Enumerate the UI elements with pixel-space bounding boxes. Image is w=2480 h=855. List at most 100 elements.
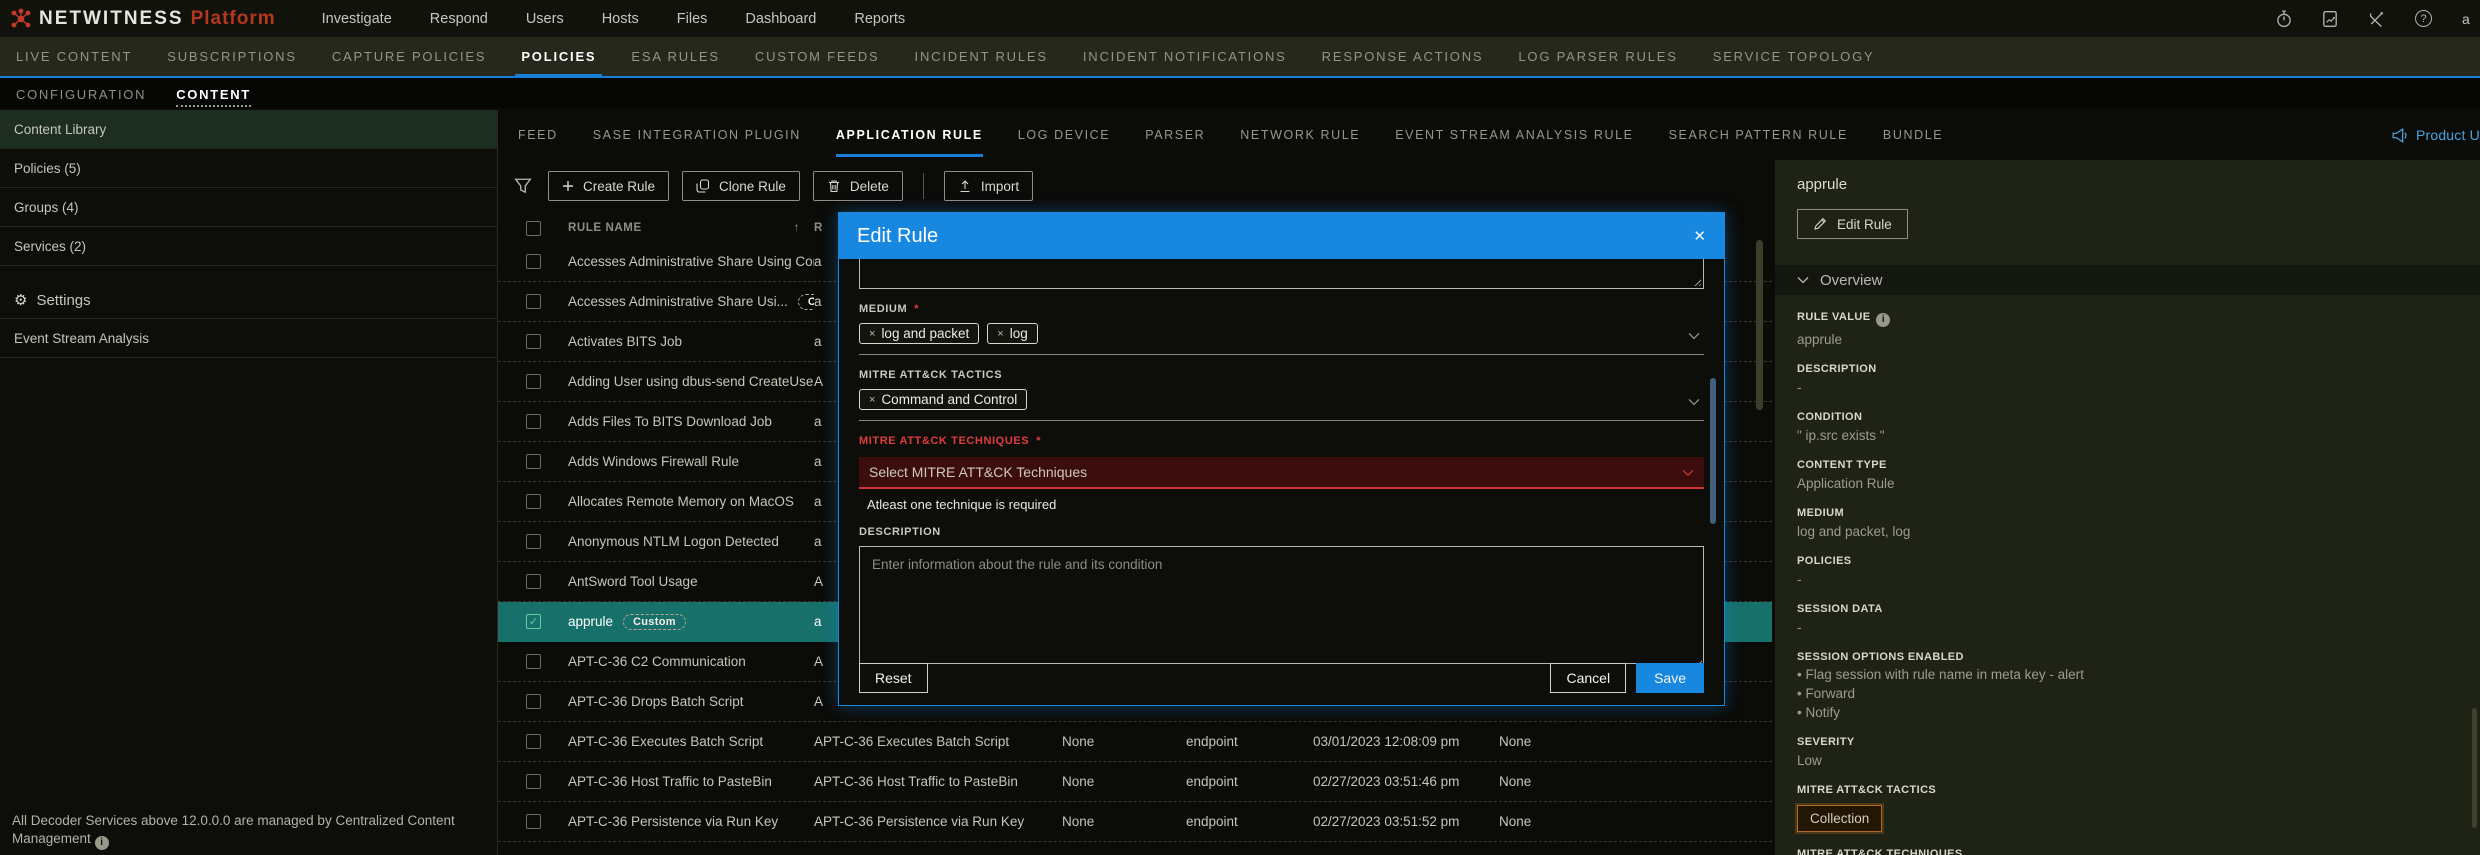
tab-feed[interactable]: FEED: [518, 110, 558, 160]
info-icon[interactable]: i: [1876, 312, 1891, 327]
subnav-service-topology[interactable]: SERVICE TOPOLOGY: [1713, 37, 1875, 76]
table-row[interactable]: APT-C-36 Executes Batch Script APT-C-36 …: [498, 722, 1772, 762]
save-button[interactable]: Save: [1636, 663, 1704, 693]
rule-extra: None: [1499, 814, 1532, 829]
subnav-incident-rules[interactable]: INCIDENT RULES: [915, 37, 1048, 76]
remove-chip-icon[interactable]: ×: [997, 328, 1003, 340]
row-checkbox[interactable]: [526, 294, 541, 309]
tab-parser[interactable]: PARSER: [1145, 110, 1205, 160]
tab-search-pattern-rule[interactable]: SEARCH PATTERN RULE: [1669, 110, 1848, 160]
sidebar-item-settings[interactable]: ⚙ Settings: [0, 282, 497, 319]
subnav-log-parser-rules[interactable]: LOG PARSER RULES: [1518, 37, 1677, 76]
tab-event-stream-analysis-rule[interactable]: EVENT STREAM ANALYSIS RULE: [1395, 110, 1633, 160]
sidebar-item-groups[interactable]: Groups (4): [0, 188, 497, 227]
table-scrollbar[interactable]: [1756, 240, 1763, 410]
overview-section-header[interactable]: Overview: [1775, 265, 2480, 295]
row-checkbox[interactable]: [526, 454, 541, 469]
remove-chip-icon[interactable]: ×: [869, 394, 875, 406]
top-menu: Investigate Respond Users Hosts Files Da…: [322, 11, 905, 27]
description-textarea[interactable]: [859, 546, 1704, 664]
close-icon[interactable]: ✕: [1693, 227, 1706, 245]
row-checkbox-checked[interactable]: ✓: [526, 614, 541, 629]
description-field: [859, 538, 1704, 669]
subnav-custom-feeds[interactable]: CUSTOM FEEDS: [755, 37, 880, 76]
row-checkbox[interactable]: [526, 694, 541, 709]
subnav-live-content[interactable]: LIVE CONTENT: [16, 37, 132, 76]
tactic-badge-collection: Collection: [1797, 804, 1883, 832]
column-header-rule-name[interactable]: RULE NAME: [568, 222, 642, 234]
topnav-item-users[interactable]: Users: [526, 11, 564, 27]
techniques-select-error[interactable]: Select MITRE ATT&CK Techniques: [859, 457, 1704, 489]
clone-rule-button[interactable]: Clone Rule: [682, 171, 800, 201]
rule-extra: None: [1499, 774, 1532, 789]
subnav-esa-rules[interactable]: ESA RULES: [631, 37, 719, 76]
panel-scrollbar[interactable]: [2472, 708, 2477, 828]
chevron-down-icon[interactable]: [1688, 331, 1700, 339]
product-updates-link[interactable]: Product U: [2391, 127, 2480, 143]
tab-application-rule[interactable]: APPLICATION RULE: [835, 110, 983, 160]
row-checkbox[interactable]: [526, 414, 541, 429]
resize-handle-icon[interactable]: [1692, 277, 1701, 286]
row-checkbox[interactable]: [526, 734, 541, 749]
row-checkbox[interactable]: [526, 334, 541, 349]
create-rule-button[interactable]: Create Rule: [548, 171, 670, 201]
timer-icon[interactable]: [2276, 9, 2292, 28]
topnav-item-reports[interactable]: Reports: [854, 11, 905, 27]
user-menu[interactable]: a: [2462, 11, 2472, 27]
table-row[interactable]: APT-C-36 Host Traffic to PasteBin APT-C-…: [498, 762, 1772, 802]
sidebar-item-services[interactable]: Services (2): [0, 227, 497, 266]
medium-chip: × log and packet: [859, 323, 980, 344]
info-icon[interactable]: i: [94, 836, 109, 850]
modal-scrollbar[interactable]: [1710, 378, 1716, 524]
filter-icon[interactable]: [514, 177, 532, 195]
subnav-response-actions[interactable]: RESPONSE ACTIONS: [1322, 37, 1484, 76]
tab-bundle[interactable]: BUNDLE: [1883, 110, 1943, 160]
tactics-select[interactable]: × Command and Control: [859, 381, 1704, 421]
row-checkbox[interactable]: [526, 814, 541, 829]
tab-content[interactable]: CONTENT: [176, 87, 251, 107]
reset-button[interactable]: Reset: [859, 663, 928, 693]
help-icon[interactable]: ?: [2415, 10, 2432, 27]
remove-chip-icon[interactable]: ×: [869, 328, 875, 340]
medium-select[interactable]: × log and packet × log: [859, 315, 1704, 355]
report-icon[interactable]: [2322, 10, 2338, 28]
topnav-item-files[interactable]: Files: [677, 11, 708, 27]
field-content-type: CONTENT TYPE Application Rule: [1797, 459, 2480, 491]
condition-textarea-partial[interactable]: [859, 259, 1704, 289]
subnav-capture-policies[interactable]: CAPTURE POLICIES: [332, 37, 487, 76]
row-checkbox[interactable]: [526, 374, 541, 389]
row-checkbox[interactable]: [526, 254, 541, 269]
tab-network-rule[interactable]: NETWORK RULE: [1240, 110, 1360, 160]
subnav-policies[interactable]: POLICIES: [515, 37, 603, 78]
subnav-incident-notifications[interactable]: INCIDENT NOTIFICATIONS: [1083, 37, 1287, 76]
subnav-subscriptions[interactable]: SUBSCRIPTIONS: [167, 37, 297, 76]
select-all-checkbox[interactable]: [526, 220, 541, 236]
topnav-item-respond[interactable]: Respond: [430, 11, 488, 27]
chevron-down-icon[interactable]: [1688, 397, 1700, 405]
row-checkbox[interactable]: [526, 654, 541, 669]
row-checkbox[interactable]: [526, 574, 541, 589]
field-value: log and packet, log: [1797, 523, 1911, 539]
row-checkbox[interactable]: [526, 774, 541, 789]
topnav-item-dashboard[interactable]: Dashboard: [745, 11, 816, 27]
tab-sase-integration-plugin[interactable]: SASE INTEGRATION PLUGIN: [593, 110, 801, 160]
netwitness-logo[interactable]: NETWITNESS Platform: [10, 8, 276, 30]
tools-icon[interactable]: [2368, 10, 2385, 27]
sidebar-item-policies[interactable]: Policies (5): [0, 149, 497, 188]
row-checkbox[interactable]: [526, 494, 541, 509]
tab-configuration[interactable]: CONFIGURATION: [16, 87, 146, 102]
import-button[interactable]: Import: [943, 171, 1034, 201]
topnav-item-investigate[interactable]: Investigate: [322, 11, 392, 27]
tab-log-device[interactable]: LOG DEVICE: [1018, 110, 1110, 160]
sort-ascending-icon[interactable]: ↑: [794, 222, 800, 234]
chevron-down-icon[interactable]: [1682, 469, 1694, 477]
cancel-button[interactable]: Cancel: [1550, 663, 1627, 693]
sidebar-item-event-stream-analysis[interactable]: Event Stream Analysis: [0, 319, 497, 358]
column-header-clipped[interactable]: R: [814, 222, 823, 234]
row-checkbox[interactable]: [526, 534, 541, 549]
edit-rule-button[interactable]: Edit Rule: [1797, 209, 1908, 239]
table-row[interactable]: APT-C-36 Persistence via Run Key APT-C-3…: [498, 802, 1772, 842]
topnav-item-hosts[interactable]: Hosts: [602, 11, 639, 27]
delete-button[interactable]: Delete: [812, 171, 903, 201]
sidebar-item-content-library[interactable]: Content Library: [0, 110, 497, 149]
